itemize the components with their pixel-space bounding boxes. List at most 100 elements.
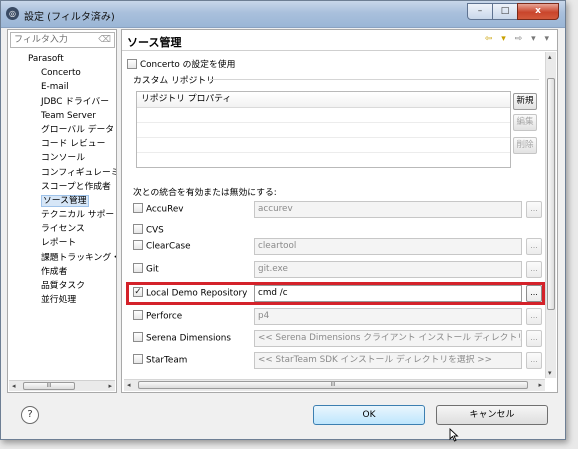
group-separator [210, 79, 539, 80]
page-navigation: ⇦ ▾ ⇨ ▾ ▾ [485, 34, 552, 44]
concerto-settings-checkbox[interactable]: Concerto の設定を使用 [127, 57, 235, 70]
tree-item-jdbc[interactable]: JDBC ドライバー [8, 95, 116, 109]
integration-name: ClearCase [146, 241, 191, 252]
tree-item-email[interactable]: E-mail [8, 80, 116, 94]
accurev-browse-button[interactable]: ... [526, 201, 542, 218]
checkbox-box[interactable] [133, 224, 143, 234]
perforce-browse-button[interactable]: ... [526, 308, 542, 325]
checkbox-box[interactable] [133, 263, 143, 273]
integration-name: Git [146, 264, 159, 275]
tree-item-label: テクニカル サポー [41, 210, 115, 221]
serena-checkbox[interactable]: Serena Dimensions [133, 332, 231, 344]
perforce-path-field[interactable]: p4 [254, 308, 522, 325]
git-checkbox[interactable]: Git [133, 263, 159, 275]
preferences-dialog: ◎ 設定 (フィルタ済み) – □ x フィルタ入力 ⌫ Parasoft Co… [0, 0, 566, 440]
tree-item-label: 並行処理 [41, 295, 77, 306]
tree-root-parasoft[interactable]: Parasoft [8, 52, 116, 66]
cvs-checkbox[interactable]: CVS [133, 224, 164, 236]
scroll-left-icon[interactable]: ◂ [127, 381, 131, 389]
scroll-down-icon[interactable]: ▾ [548, 369, 552, 377]
tree-item-scope-authors[interactable]: スコープと作成者 [8, 180, 116, 194]
integration-row-git: Git git.exe ... [133, 261, 543, 280]
integration-name: CVS [146, 225, 164, 236]
tree-item-team-server[interactable]: Team Server [8, 109, 116, 123]
perforce-checkbox[interactable]: Perforce [133, 310, 183, 322]
source-control-page: ソース管理 ⇦ ▾ ⇨ ▾ ▾ Concerto の設定を使用 カスタム リポジ… [121, 29, 558, 393]
table-row[interactable] [137, 123, 510, 138]
eraser-icon[interactable]: ⌫ [98, 35, 111, 45]
git-browse-button[interactable]: ... [526, 261, 542, 278]
page-title: ソース管理 [127, 36, 182, 49]
filter-placeholder: フィルタ入力 [14, 35, 68, 45]
page-horizontal-scrollbar[interactable]: ◂ III ▸ [124, 379, 545, 391]
clearcase-browse-button[interactable]: ... [526, 238, 542, 255]
accurev-checkbox[interactable]: AccuRev [133, 203, 183, 215]
help-icon[interactable]: ? [21, 406, 39, 424]
tree-item-reports[interactable]: レポート [8, 236, 116, 250]
tree-item-console[interactable]: コンソール [8, 151, 116, 165]
table-row[interactable] [137, 138, 510, 153]
clearcase-path-field[interactable]: cleartool [254, 238, 522, 255]
forward-arrow-icon[interactable]: ⇨ ▾ [515, 34, 539, 44]
title-bar: ◎ 設定 (フィルタ済み) – □ x [1, 1, 565, 28]
starteam-browse-button[interactable]: ... [526, 352, 542, 369]
minimize-button[interactable]: – [467, 3, 493, 20]
checkbox-box[interactable] [133, 203, 143, 213]
tree-item-global-data[interactable]: グローバル データ [8, 123, 116, 137]
window-controls: – □ x [467, 3, 559, 21]
checkbox-box[interactable] [133, 332, 143, 342]
scroll-left-icon[interactable]: ◂ [12, 381, 16, 392]
scroll-thumb[interactable] [547, 78, 555, 310]
repository-table[interactable]: リポジトリ プロパティ [136, 91, 511, 168]
scroll-right-icon[interactable]: ▸ [538, 381, 542, 389]
view-menu-icon[interactable]: ▾ [544, 34, 552, 44]
tree-item-quality-tasks[interactable]: 品質タスク [8, 279, 116, 293]
tree-item-label: コンフィギュレーミ [41, 167, 116, 178]
edit-repository-button[interactable]: 編集 [513, 114, 537, 131]
tree-item-concerto[interactable]: Concerto [8, 66, 116, 80]
tree-horizontal-scrollbar[interactable]: ◂ III ▸ [9, 380, 115, 391]
tree-item-configuration[interactable]: コンフィギュレーミ [8, 166, 116, 180]
starteam-checkbox[interactable]: StarTeam [133, 354, 187, 366]
back-arrow-icon[interactable]: ⇦ ▾ [485, 34, 509, 44]
starteam-path-field[interactable]: << StarTeam SDK インストール ディレクトリを選択 >> [254, 352, 522, 369]
clearcase-checkbox[interactable]: ClearCase [133, 240, 191, 252]
tree-item-source-control[interactable]: ソース管理 [8, 194, 116, 208]
table-row[interactable] [137, 108, 510, 123]
page-vertical-scrollbar[interactable]: ▴ ▾ [545, 52, 556, 378]
scroll-right-icon[interactable]: ▸ [108, 381, 112, 392]
maximize-button[interactable]: □ [492, 3, 518, 20]
ok-button[interactable]: OK [313, 405, 425, 425]
title-separator [122, 50, 557, 51]
serena-browse-button[interactable]: ... [526, 330, 542, 347]
accurev-path-field[interactable]: accurev [254, 201, 522, 218]
tree-item-parallel[interactable]: 並行処理 [8, 293, 116, 307]
git-path-field[interactable]: git.exe [254, 261, 522, 278]
checkbox-box[interactable] [133, 240, 143, 250]
checkbox-box[interactable] [127, 58, 137, 69]
scroll-up-icon[interactable]: ▴ [548, 53, 552, 61]
concerto-settings-label: Concerto の設定を使用 [140, 60, 236, 70]
tree-item-technical-support[interactable]: テクニカル サポー [8, 208, 116, 222]
scroll-thumb[interactable]: III [23, 382, 75, 390]
highlight-box [126, 282, 545, 305]
scroll-thumb[interactable]: III [138, 381, 528, 389]
delete-repository-button[interactable]: 削除 [513, 137, 537, 154]
new-repository-button[interactable]: 新規 [513, 93, 537, 110]
cancel-button[interactable]: キャンセル [436, 405, 548, 425]
checkbox-box[interactable] [133, 354, 143, 364]
tree-item-authors[interactable]: 作成者 [8, 265, 116, 279]
checkbox-box[interactable] [133, 310, 143, 320]
serena-path-field[interactable]: << Serena Dimensions クライアント インストール ディレクト… [254, 330, 522, 347]
window-title: 設定 (フィルタ済み) [24, 12, 115, 23]
integration-row-perforce: Perforce p4 ... [133, 308, 543, 327]
tree-item-code-review[interactable]: コード レビュー [8, 137, 116, 151]
filter-input[interactable]: フィルタ入力 ⌫ [10, 32, 115, 48]
integration-name: Perforce [146, 311, 183, 322]
tree-item-license[interactable]: ライセンス [8, 222, 116, 236]
tree-item-label: Concerto [41, 68, 81, 79]
repository-table-header: リポジトリ プロパティ [137, 92, 510, 108]
tree-item-issue-tracking[interactable]: 課題トラッキング・ [8, 251, 116, 265]
close-button[interactable]: x [517, 3, 559, 20]
integration-name: Serena Dimensions [146, 333, 231, 344]
